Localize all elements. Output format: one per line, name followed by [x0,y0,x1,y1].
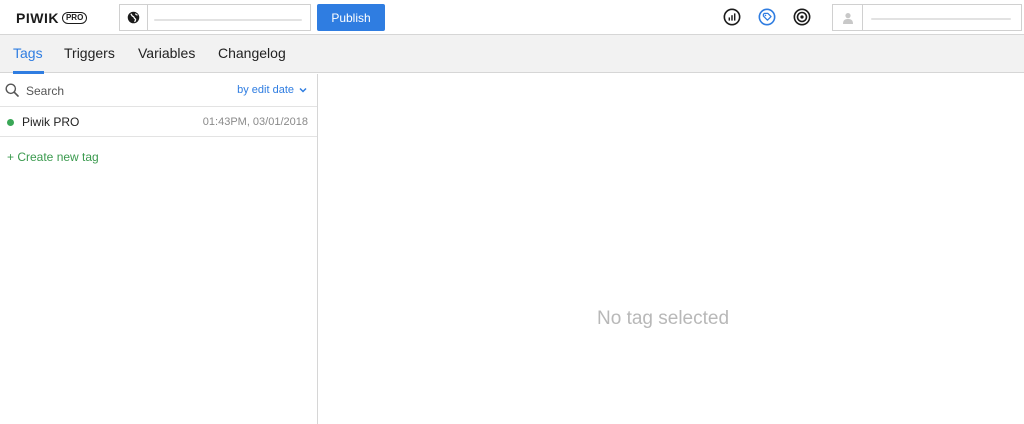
tag-icon[interactable] [757,7,777,27]
logo-badge: PRO [61,12,88,24]
tag-list-item[interactable]: Piwik PRO 01:43PM, 03/01/2018 [0,108,317,137]
empty-state-message: No tag selected [597,308,730,329]
tag-name: Piwik PRO [22,115,80,129]
tab-tags[interactable]: Tags [13,35,44,74]
tag-edit-date: 01:43PM, 03/01/2018 [202,116,308,128]
redacted-user-name [871,18,1011,20]
sort-label: by edit date [237,84,294,96]
search-bar: by edit date [0,74,317,107]
website-selector[interactable] [119,4,311,31]
tab-changelog[interactable]: Changelog [218,35,286,73]
piwik-pro-logo[interactable]: PIWIK PRO [16,10,88,26]
globe-icon [120,5,148,30]
user-name-field [863,5,1021,30]
website-name-field[interactable] [148,5,310,30]
redacted-website-name [154,19,302,21]
target-icon[interactable] [792,7,812,27]
search-icon [5,83,19,97]
logo-wordmark: PIWIK [16,10,59,26]
tab-triggers[interactable]: Triggers [64,35,115,73]
sort-select[interactable]: by edit date [237,84,307,96]
tab-variables[interactable]: Variables [138,35,195,73]
status-active-icon [7,119,14,126]
user-menu[interactable] [832,4,1022,31]
user-avatar-icon [833,5,863,30]
search-input[interactable] [26,82,206,100]
top-bar: PIWIK PRO Publish [0,0,1024,35]
create-new-tag-link[interactable]: + Create new tag [7,150,99,164]
tags-list-panel: by edit date Piwik PRO 01:43PM, 03/01/20… [0,74,318,424]
analytics-icon[interactable] [722,7,742,27]
section-tabs: Tags Triggers Variables Changelog [0,35,1024,74]
publish-button[interactable]: Publish [317,4,385,31]
chevron-down-icon [299,87,307,93]
